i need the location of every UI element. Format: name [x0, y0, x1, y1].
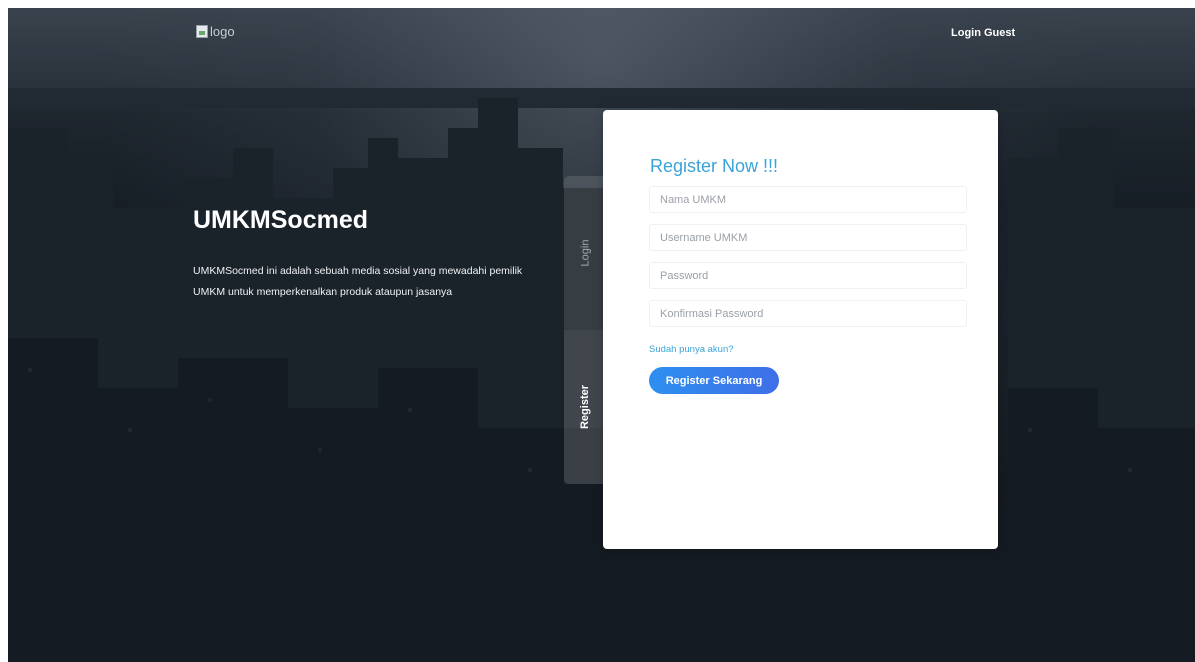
username-umkm-input[interactable]: [649, 224, 967, 251]
top-strip: [0, 0, 1195, 8]
register-card: Register Now !!! Sudah punya akun? Regis…: [603, 110, 998, 549]
already-have-account-link[interactable]: Sudah punya akun?: [649, 344, 734, 355]
password-input[interactable]: [649, 262, 967, 289]
tab-register[interactable]: Register: [564, 330, 606, 484]
tab-login[interactable]: Login: [564, 176, 606, 330]
tab-login-label: Login: [578, 239, 591, 267]
form-title: Register Now !!!: [650, 156, 779, 176]
logo[interactable]: logo: [196, 24, 235, 39]
confirm-password-input[interactable]: [649, 300, 967, 327]
tab-register-label: Register: [579, 384, 591, 430]
nama-umkm-input[interactable]: [649, 186, 967, 213]
broken-image-icon: [196, 25, 208, 38]
login-guest-link[interactable]: Login Guest: [951, 27, 1015, 39]
register-submit-button[interactable]: Register Sekarang: [649, 367, 779, 394]
logo-alt-text: logo: [210, 24, 235, 39]
brand-title: UMKMSocmed: [193, 206, 369, 234]
brand-description: UMKMSocmed ini adalah sebuah media sosia…: [193, 265, 523, 298]
